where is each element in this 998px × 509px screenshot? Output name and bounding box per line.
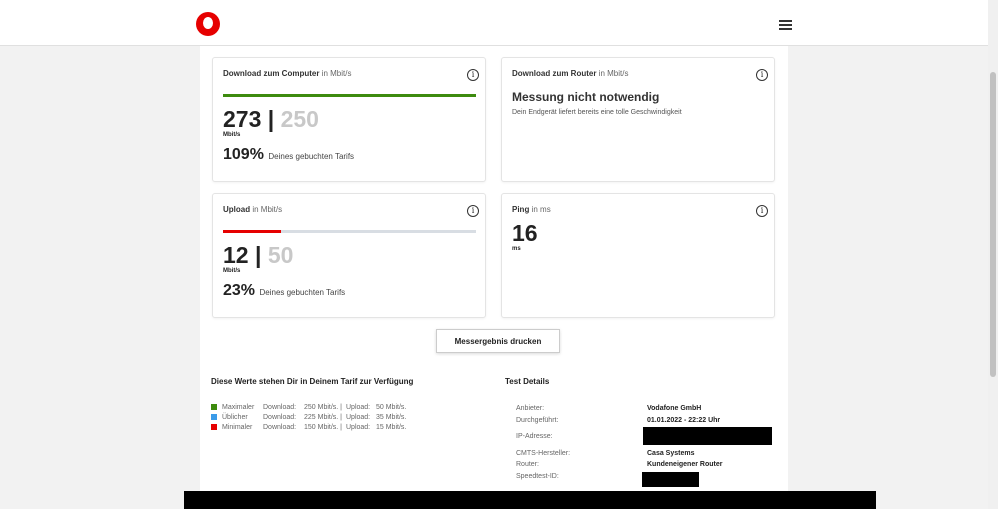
unit-suffix: in Mbit/s xyxy=(321,69,352,78)
print-result-button[interactable]: Messergebnis drucken xyxy=(436,329,560,353)
separator: | xyxy=(267,106,275,132)
header xyxy=(0,0,988,46)
card-title: Ping in ms xyxy=(512,205,551,214)
speed-values: 273 | 250 xyxy=(223,106,319,133)
info-icon[interactable]: i xyxy=(467,69,479,81)
percent-text: Deines gebuchten Tarifs xyxy=(268,152,355,161)
upload-progress-bar xyxy=(223,230,476,233)
detail-value: Vodafone GmbH xyxy=(647,405,702,412)
unit-suffix: in ms xyxy=(531,205,551,214)
legend-ul: 50 Mbit/s. xyxy=(376,403,407,411)
detail-label: Router: xyxy=(516,461,539,468)
legend-dl_label: Download: xyxy=(263,413,297,421)
legend-ul_label: Upload: xyxy=(346,403,371,411)
download-router-card: Download zum Router in Mbit/s i Messung … xyxy=(501,57,775,182)
percent: 109% Deines gebuchten Tarifs xyxy=(223,146,354,164)
progress-fill xyxy=(223,94,476,97)
legend-row: Minimaler Download: 150 Mbit/s. | Upload: 15… xyxy=(211,422,416,432)
legend-dl_label: Download: xyxy=(263,403,297,411)
info-icon[interactable]: i xyxy=(756,205,768,217)
card-title: Download zum Computer in Mbit/s xyxy=(223,69,351,78)
scrollbar-thumb[interactable] xyxy=(990,72,996,377)
title-text: Download zum Computer xyxy=(223,69,320,78)
detail-label: Durchgeführt: xyxy=(516,417,559,424)
ping-card: Ping in ms i 16 ms xyxy=(501,193,775,318)
ping-unit: ms xyxy=(512,246,521,252)
download-progress-bar xyxy=(223,94,476,97)
booked-value: 50 xyxy=(267,242,294,268)
legend-name: Minimaler xyxy=(222,423,253,431)
percent-value: 109% xyxy=(223,146,264,163)
vodafone-logo[interactable] xyxy=(196,12,220,36)
detail-label: Anbieter: xyxy=(516,405,545,412)
upload-card: Upload in Mbit/s i 12 | 50 Mbit/s 23% De… xyxy=(212,193,486,318)
legend-dl: 150 Mbit/s. | xyxy=(304,423,343,431)
legend-ul: 15 Mbit/s. xyxy=(376,423,407,431)
booked-value: 250 xyxy=(280,106,319,132)
detail-value: Casa Systems xyxy=(647,450,695,457)
title-text: Upload xyxy=(223,205,251,214)
detail-label: CMTS-Hersteller: xyxy=(516,450,571,457)
percent-text: Deines gebuchten Tarifs xyxy=(259,288,346,297)
card-title: Download zum Router in Mbit/s xyxy=(512,69,628,78)
legend-row: Maximaler Download: 250 Mbit/s. | Upload: 50… xyxy=(211,402,416,412)
unit-suffix: in Mbit/s xyxy=(598,69,629,78)
legend-ul: 35 Mbit/s. xyxy=(376,413,407,421)
legend-dl_label: Download: xyxy=(263,423,297,431)
title-text: Download zum Router xyxy=(512,69,597,78)
download-computer-card: Download zum Computer in Mbit/s i 273 | … xyxy=(212,57,486,182)
percent-value: 23% xyxy=(223,282,256,299)
legend-swatch xyxy=(211,424,217,430)
detail-value: 01.01.2022 - 22:22 Uhr xyxy=(647,417,721,424)
measured-value: 273 xyxy=(223,106,262,132)
router-text: Dein Endgerät liefert bereits eine tolle… xyxy=(512,109,682,116)
detail-label: Speedtest-ID: xyxy=(516,473,559,480)
scrollbar[interactable] xyxy=(988,0,998,509)
legend-name: Üblicher xyxy=(222,413,248,421)
router-headline: Messung nicht notwendig xyxy=(512,90,660,104)
detail-value: Kundeneigener Router xyxy=(647,461,723,468)
black-bar xyxy=(184,491,876,509)
legend-row: Üblicher Download: 225 Mbit/s. | Upload: 35 … xyxy=(211,412,416,422)
legend-ul_label: Upload: xyxy=(346,413,371,421)
legend-name: Maximaler xyxy=(222,403,255,411)
legend-ul_label: Upload: xyxy=(346,423,371,431)
info-icon[interactable]: i xyxy=(467,205,479,217)
tariff-title: Diese Werte stehen Dir in Deinem Tarif z… xyxy=(211,377,414,386)
legend-swatch xyxy=(211,414,217,420)
details-title: Test Details xyxy=(505,377,550,386)
speed-values: 12 | 50 xyxy=(223,242,293,269)
redacted-ip xyxy=(643,427,772,445)
info-icon[interactable]: i xyxy=(756,69,768,81)
legend-dl: 250 Mbit/s. | xyxy=(304,403,343,411)
progress-fill xyxy=(223,230,282,233)
unit-label: Mbit/s xyxy=(223,132,241,138)
detail-label: IP-Adresse: xyxy=(516,433,553,440)
hamburger-menu-icon[interactable] xyxy=(779,20,792,30)
separator: | xyxy=(254,242,262,268)
unit-label: Mbit/s xyxy=(223,268,241,274)
card-title: Upload in Mbit/s xyxy=(223,205,282,214)
measured-value: 12 xyxy=(223,242,249,268)
title-text: Ping xyxy=(512,205,530,214)
percent: 23% Deines gebuchten Tarifs xyxy=(223,282,345,300)
ping-value: 16 xyxy=(512,220,538,246)
legend-swatch xyxy=(211,404,217,410)
redacted-speedtest-id xyxy=(642,472,699,487)
unit-suffix: in Mbit/s xyxy=(252,205,283,214)
legend-dl: 225 Mbit/s. | xyxy=(304,413,343,421)
